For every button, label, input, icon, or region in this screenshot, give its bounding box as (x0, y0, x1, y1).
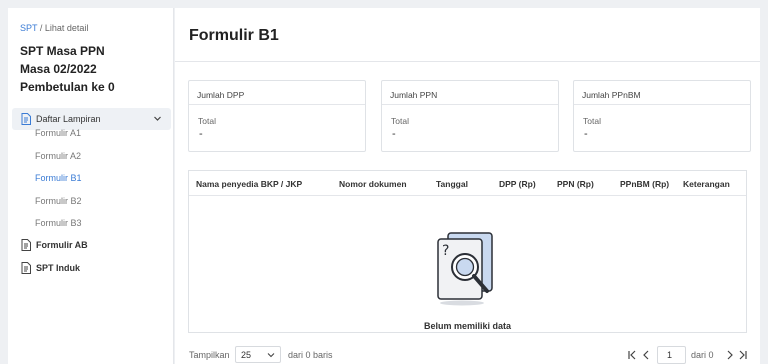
card-header: Jumlah PPN (382, 81, 558, 105)
column-header[interactable]: Nama penyedia BKP / JKP (196, 179, 302, 189)
last-page-icon[interactable] (738, 349, 748, 361)
app: SPT / Lihat detail SPT Masa PPN Masa 02/… (0, 0, 768, 364)
card-total-value: - (584, 128, 588, 140)
sidebar-item-formulir-a1[interactable]: Formulir A1 (35, 128, 81, 138)
breadcrumb-current: Lihat detail (44, 23, 89, 33)
sidebar-item-formulir-b3[interactable]: Formulir B3 (35, 218, 82, 228)
sidebar-group-daftar-lampiran[interactable]: Daftar Lampiran (12, 108, 171, 130)
breadcrumb-separator: / (37, 23, 45, 33)
card-total-value: - (392, 128, 396, 140)
sidebar-item-formulir-ab[interactable]: Formulir AB (21, 239, 88, 251)
summary-card-ppn: Jumlah PPN Total - (381, 80, 559, 152)
chevron-down-icon[interactable] (153, 114, 162, 123)
sidebar-item-label: Formulir AB (36, 240, 88, 250)
main-header: Formulir B1 (175, 8, 760, 62)
chevron-down-icon (267, 353, 275, 358)
table-header: Nama penyedia BKP / JKP Nomor dokumen Ta… (189, 171, 746, 196)
empty-data-illustration-icon: ? (437, 232, 493, 306)
main-panel: Formulir B1 Jumlah DPP Total - Jumlah PP… (175, 8, 760, 364)
spt-title: SPT Masa PPN Masa 02/2022 Pembetulan ke … (20, 42, 115, 96)
sidebar-item-formulir-a2[interactable]: Formulir A2 (35, 151, 81, 161)
empty-state-text: Belum memiliki data (423, 321, 512, 331)
card-header: Jumlah PPnBM (574, 81, 750, 105)
sidebar-item-spt-induk[interactable]: SPT Induk (21, 262, 80, 274)
column-header[interactable]: Nomor dokumen (339, 179, 407, 189)
page-total-text: dari 0 (691, 350, 714, 360)
page-size-select[interactable]: 25 (235, 346, 281, 363)
page-title: Formulir B1 (189, 27, 279, 44)
svg-text:?: ? (442, 243, 449, 259)
document-icon (21, 239, 31, 251)
row-count-text: dari 0 baris (288, 350, 333, 360)
prev-page-icon[interactable] (641, 349, 651, 361)
breadcrumb: SPT / Lihat detail (20, 23, 88, 33)
sidebar-group-label: Daftar Lampiran (36, 114, 101, 124)
column-header[interactable]: Keterangan (683, 179, 730, 189)
first-page-icon[interactable] (627, 349, 637, 361)
sidebar: SPT / Lihat detail SPT Masa PPN Masa 02/… (8, 8, 174, 364)
column-header[interactable]: DPP (Rp) (499, 179, 536, 189)
spt-title-line: SPT Masa PPN (20, 44, 105, 58)
card-header: Jumlah DPP (189, 81, 365, 105)
spt-revision-line: Pembetulan ke 0 (20, 80, 115, 94)
column-header[interactable]: PPN (Rp) (557, 179, 594, 189)
breadcrumb-link-spt[interactable]: SPT (20, 23, 37, 33)
spt-period-line: Masa 02/2022 (20, 62, 97, 76)
card-total-value: - (199, 128, 203, 140)
sidebar-item-label: SPT Induk (36, 263, 81, 273)
column-header[interactable]: Tanggal (436, 179, 468, 189)
sidebar-item-formulir-b2[interactable]: Formulir B2 (35, 196, 82, 206)
page-number-input[interactable]: 1 (657, 346, 686, 364)
sidebar-item-formulir-b1[interactable]: Formulir B1 (35, 173, 82, 183)
document-icon (21, 113, 31, 125)
column-header[interactable]: PPnBM (Rp) (620, 179, 669, 189)
summary-card-ppnbm: Jumlah PPnBM Total - (573, 80, 751, 152)
pagination: Tampilkan 25 dari 0 baris 1 dari 0 (188, 346, 747, 364)
document-icon (21, 262, 31, 274)
data-table: Nama penyedia BKP / JKP Nomor dokumen Ta… (188, 170, 747, 333)
summary-card-dpp: Jumlah DPP Total - (188, 80, 366, 152)
card-total-label: Total (198, 116, 216, 126)
card-total-label: Total (391, 116, 409, 126)
card-total-label: Total (583, 116, 601, 126)
next-page-icon[interactable] (725, 349, 735, 361)
page-size-label: Tampilkan (189, 350, 230, 360)
page-size-value: 25 (241, 350, 252, 360)
